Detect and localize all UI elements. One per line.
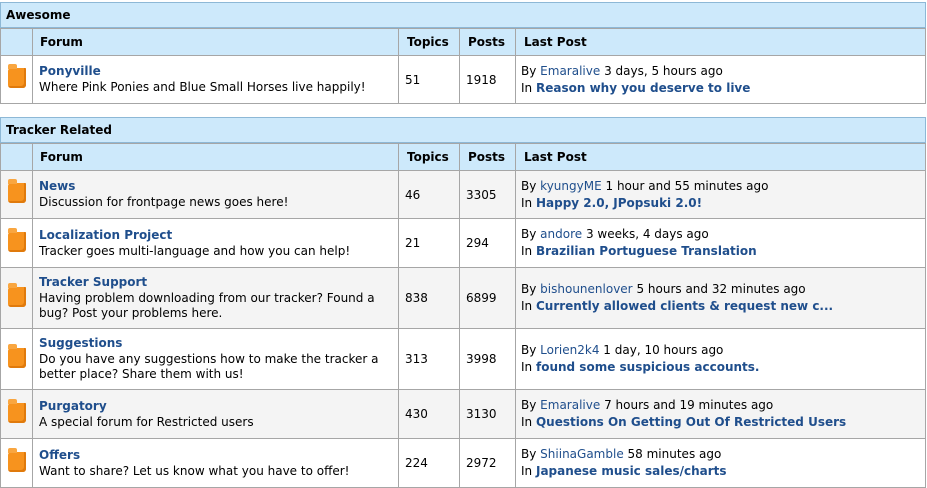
last-post-time: 58 minutes ago	[627, 447, 722, 461]
forum-link-ponyville[interactable]: Ponyville	[39, 64, 398, 78]
forum-link-purgatory[interactable]: Purgatory	[39, 399, 398, 413]
topics-count: 430	[398, 389, 460, 439]
forum-description: Do you have any suggestions how to make …	[39, 352, 379, 381]
last-post-cell: By Emaralive 3 days, 5 hours ago In Reas…	[515, 55, 926, 104]
last-post-user-link[interactable]: bishounenlover	[540, 282, 632, 296]
last-post-time: 5 hours and 32 minutes ago	[636, 282, 806, 296]
posts-count: 294	[459, 218, 516, 268]
forum-folder-icon	[7, 64, 26, 88]
section-title: Tracker Related	[0, 117, 926, 143]
topics-count: 313	[398, 328, 460, 390]
last-post-topic-link[interactable]: Japanese music sales/charts	[536, 464, 727, 478]
last-post-cell: By andore 3 weeks, 4 days ago In Brazili…	[515, 218, 926, 268]
forum-row: News Discussion for frontpage news goes …	[0, 170, 926, 219]
last-post-time: 3 days, 5 hours ago	[604, 63, 723, 78]
topics-count: 21	[398, 218, 460, 268]
posts-count: 3305	[459, 170, 516, 219]
forum-folder-icon	[7, 227, 26, 252]
posts-count: 2972	[459, 438, 516, 488]
icon-column-header	[0, 28, 33, 56]
forum-folder-icon	[7, 398, 26, 423]
last-post-topic-link[interactable]: Happy 2.0, JPopsuki 2.0!	[536, 196, 702, 210]
last-post-cell: By Emaralive 7 hours and 19 minutes ago …	[515, 389, 926, 439]
last-post-cell: By Lorien2k4 1 day, 10 hours ago In foun…	[515, 328, 926, 390]
forum-folder-icon	[7, 447, 26, 472]
forum-table: Forum Topics Posts Last Post News Discus…	[0, 143, 926, 488]
last-post-time: 1 hour and 55 minutes ago	[605, 178, 769, 193]
posts-count: 3998	[459, 328, 516, 390]
forum-description: Where Pink Ponies and Blue Small Horses …	[39, 80, 366, 94]
forum-row: Ponyville Where Pink Ponies and Blue Sma…	[0, 55, 926, 104]
forum-row: Localization Project Tracker goes multi-…	[0, 218, 926, 268]
last-post-time: 3 weeks, 4 days ago	[585, 227, 709, 241]
last-post-topic-link[interactable]: Currently allowed clients & request new …	[536, 299, 833, 313]
last-post-user-link[interactable]: andore	[540, 227, 582, 241]
last-post-user-link[interactable]: Emaralive	[540, 398, 600, 412]
topics-count: 51	[398, 55, 460, 104]
last-post-cell: By bishounenlover 5 hours and 32 minutes…	[515, 267, 926, 329]
table-header-row: Forum Topics Posts Last Post	[0, 28, 926, 56]
last-post-cell: By kyungyME 1 hour and 55 minutes ago In…	[515, 170, 926, 219]
forum-column-header: Forum	[32, 28, 399, 56]
posts-column-header: Posts	[459, 143, 516, 171]
last-post-user-link[interactable]: kyungyME	[540, 179, 602, 193]
forum-table: Forum Topics Posts Last Post Ponyville W…	[0, 28, 926, 104]
icon-column-header	[0, 143, 33, 171]
topics-column-header: Topics	[398, 143, 460, 171]
forum-description: Discussion for frontpage news goes here!	[39, 195, 289, 209]
forum-folder-icon	[7, 282, 26, 307]
topics-count: 46	[398, 170, 460, 219]
forum-link-offers[interactable]: Offers	[39, 448, 398, 462]
last-post-topic-link[interactable]: found some suspicious accounts.	[536, 360, 759, 374]
forum-link-suggestions[interactable]: Suggestions	[39, 336, 398, 350]
last-post-user-link[interactable]: Lorien2k4	[540, 343, 599, 357]
topics-column-header: Topics	[398, 28, 460, 56]
last-post-topic-link[interactable]: Brazilian Portuguese Translation	[536, 244, 757, 258]
forum-description: A special forum for Restricted users	[39, 414, 254, 429]
posts-count: 6899	[459, 267, 516, 329]
posts-count: 3130	[459, 389, 516, 439]
topics-count: 838	[398, 267, 460, 329]
forum-link-tracker-support[interactable]: Tracker Support	[39, 275, 398, 289]
posts-count: 1918	[459, 55, 516, 104]
last-post-user-link[interactable]: Emaralive	[540, 64, 600, 78]
forum-row: Offers Want to share? Let us know what y…	[0, 438, 926, 488]
forum-description: Tracker goes multi-language and how you …	[39, 243, 351, 258]
forum-link-news[interactable]: News	[39, 179, 398, 193]
posts-column-header: Posts	[459, 28, 516, 56]
forum-column-header: Forum	[32, 143, 399, 171]
table-header-row: Forum Topics Posts Last Post	[0, 143, 926, 171]
forum-description: Want to share? Let us know what you have…	[39, 463, 350, 478]
last-post-column-header: Last Post	[515, 28, 926, 56]
forum-row: Tracker Support Having problem downloadi…	[0, 267, 926, 329]
topics-count: 224	[398, 438, 460, 488]
forum-section-tracker-related: Tracker Related Forum Topics Posts Last …	[0, 117, 926, 488]
forum-description: Having problem downloading from our trac…	[39, 291, 375, 320]
last-post-time: 1 day, 10 hours ago	[603, 343, 724, 357]
last-post-user-link[interactable]: ShiinaGamble	[540, 447, 624, 461]
forum-folder-icon	[7, 179, 26, 203]
last-post-cell: By ShiinaGamble 58 minutes ago In Japane…	[515, 438, 926, 488]
last-post-column-header: Last Post	[515, 143, 926, 171]
forum-link-localization-project[interactable]: Localization Project	[39, 228, 398, 242]
forum-row: Suggestions Do you have any suggestions …	[0, 328, 926, 390]
last-post-time: 7 hours and 19 minutes ago	[604, 398, 774, 412]
forum-section-awesome: Awesome Forum Topics Posts Last Post Pon…	[0, 2, 926, 104]
section-title: Awesome	[0, 2, 926, 28]
last-post-topic-link[interactable]: Questions On Getting Out Of Restricted U…	[536, 415, 846, 429]
forum-row: Purgatory A special forum for Restricted…	[0, 389, 926, 439]
forum-folder-icon	[7, 343, 26, 368]
last-post-topic-link[interactable]: Reason why you deserve to live	[536, 81, 750, 95]
